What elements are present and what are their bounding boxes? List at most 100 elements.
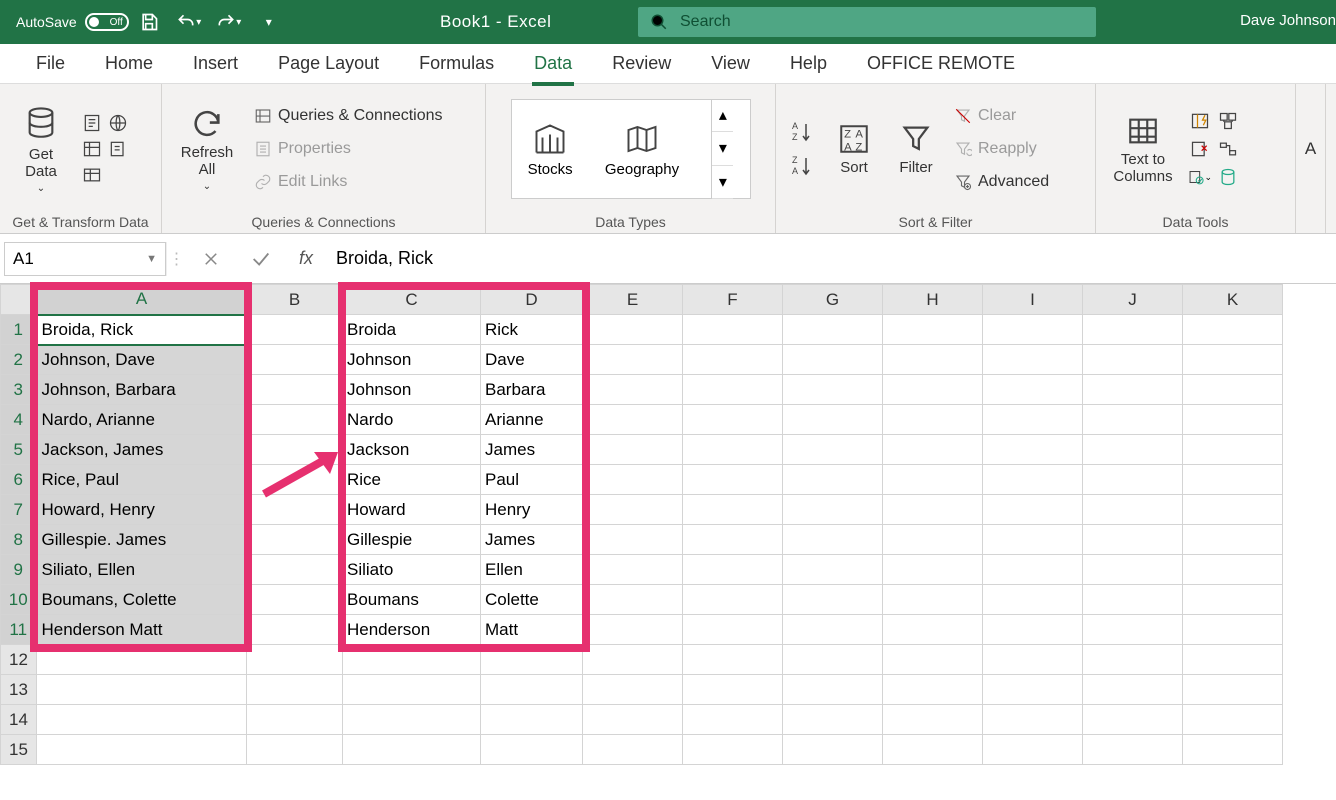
cell[interactable] <box>1083 405 1183 435</box>
cell[interactable] <box>983 435 1083 465</box>
cell[interactable] <box>247 675 343 705</box>
cell[interactable] <box>247 525 343 555</box>
customize-qat-icon[interactable]: ▾ <box>253 6 285 38</box>
cell[interactable] <box>883 585 983 615</box>
cell[interactable] <box>247 375 343 405</box>
cell[interactable] <box>783 525 883 555</box>
cell[interactable] <box>343 645 481 675</box>
cell[interactable] <box>247 585 343 615</box>
cell[interactable] <box>683 675 783 705</box>
cell[interactable]: Johnson <box>343 345 481 375</box>
cell[interactable] <box>343 705 481 735</box>
cell[interactable] <box>683 735 783 765</box>
cell[interactable]: Siliato <box>343 555 481 585</box>
column-header[interactable]: D <box>481 285 583 315</box>
cell[interactable]: Dave <box>481 345 583 375</box>
cell[interactable] <box>1183 435 1283 465</box>
cell[interactable]: Siliato, Ellen <box>37 555 247 585</box>
cell[interactable] <box>1183 555 1283 585</box>
consolidate-icon[interactable] <box>1216 109 1240 133</box>
cell[interactable] <box>247 465 343 495</box>
cell[interactable] <box>1183 705 1283 735</box>
cell[interactable]: Johnson, Dave <box>37 345 247 375</box>
row-header[interactable]: 14 <box>1 705 37 735</box>
cell[interactable] <box>1083 345 1183 375</box>
cell[interactable] <box>1083 435 1183 465</box>
cell[interactable]: Barbara <box>481 375 583 405</box>
cell[interactable] <box>783 615 883 645</box>
column-header[interactable]: G <box>783 285 883 315</box>
cell[interactable]: Howard <box>343 495 481 525</box>
column-header[interactable]: F <box>683 285 783 315</box>
cell[interactable] <box>683 405 783 435</box>
cell[interactable] <box>783 645 883 675</box>
cell[interactable] <box>683 465 783 495</box>
cell[interactable] <box>1183 405 1283 435</box>
cell[interactable] <box>583 555 683 585</box>
cell[interactable] <box>481 705 583 735</box>
cell[interactable] <box>983 405 1083 435</box>
cell[interactable]: Broida, Rick <box>37 315 247 345</box>
cell[interactable] <box>481 675 583 705</box>
row-header[interactable]: 9 <box>1 555 37 585</box>
row-header[interactable]: 13 <box>1 675 37 705</box>
cell[interactable] <box>1083 555 1183 585</box>
sort-button[interactable]: ZAAZ Sort <box>826 98 882 200</box>
cell[interactable] <box>1083 705 1183 735</box>
cell[interactable] <box>37 705 247 735</box>
cell[interactable] <box>481 735 583 765</box>
save-icon[interactable] <box>133 6 165 38</box>
formula-input[interactable]: Broida, Rick <box>326 248 1336 269</box>
cell[interactable] <box>683 345 783 375</box>
cell[interactable] <box>247 615 343 645</box>
cell[interactable] <box>783 315 883 345</box>
cell[interactable]: Nardo, Arianne <box>37 405 247 435</box>
cell[interactable] <box>247 555 343 585</box>
row-header[interactable]: 7 <box>1 495 37 525</box>
cell[interactable]: Henderson Matt <box>37 615 247 645</box>
cell[interactable] <box>883 375 983 405</box>
cell[interactable] <box>247 345 343 375</box>
sort-za-icon[interactable]: ZA <box>788 152 816 180</box>
tab-data[interactable]: Data <box>514 45 592 82</box>
cell[interactable] <box>583 525 683 555</box>
cell[interactable] <box>983 345 1083 375</box>
cell[interactable] <box>247 435 343 465</box>
cell[interactable] <box>583 315 683 345</box>
cell[interactable]: Matt <box>481 615 583 645</box>
formula-bar-handle[interactable]: ⋮ <box>166 242 186 276</box>
column-header[interactable]: H <box>883 285 983 315</box>
cell[interactable] <box>683 585 783 615</box>
cell[interactable] <box>1183 675 1283 705</box>
cell[interactable] <box>37 645 247 675</box>
cell[interactable] <box>883 465 983 495</box>
cell[interactable] <box>583 585 683 615</box>
cell[interactable] <box>583 405 683 435</box>
cell[interactable] <box>1183 315 1283 345</box>
tab-formulas[interactable]: Formulas <box>399 45 514 82</box>
cell[interactable] <box>683 435 783 465</box>
cell[interactable] <box>983 735 1083 765</box>
cell[interactable] <box>783 675 883 705</box>
cell[interactable] <box>883 555 983 585</box>
row-header[interactable]: 12 <box>1 645 37 675</box>
cell[interactable] <box>1183 375 1283 405</box>
cell[interactable] <box>1083 375 1183 405</box>
cell[interactable]: Nardo <box>343 405 481 435</box>
queries-connections-button[interactable]: Queries & Connections <box>250 101 447 131</box>
cell[interactable]: Rice <box>343 465 481 495</box>
cell[interactable] <box>883 315 983 345</box>
tab-view[interactable]: View <box>691 45 770 82</box>
row-header[interactable]: 4 <box>1 405 37 435</box>
autosave-toggle[interactable]: Off <box>85 13 129 31</box>
cell[interactable] <box>583 435 683 465</box>
cell[interactable] <box>983 525 1083 555</box>
column-header[interactable]: C <box>343 285 481 315</box>
cell[interactable] <box>1083 735 1183 765</box>
cell[interactable] <box>983 465 1083 495</box>
column-header[interactable]: K <box>1183 285 1283 315</box>
cell[interactable] <box>883 705 983 735</box>
cell[interactable]: Arianne <box>481 405 583 435</box>
fx-icon[interactable]: fx <box>286 248 326 269</box>
advanced-button[interactable]: Advanced <box>950 167 1053 197</box>
